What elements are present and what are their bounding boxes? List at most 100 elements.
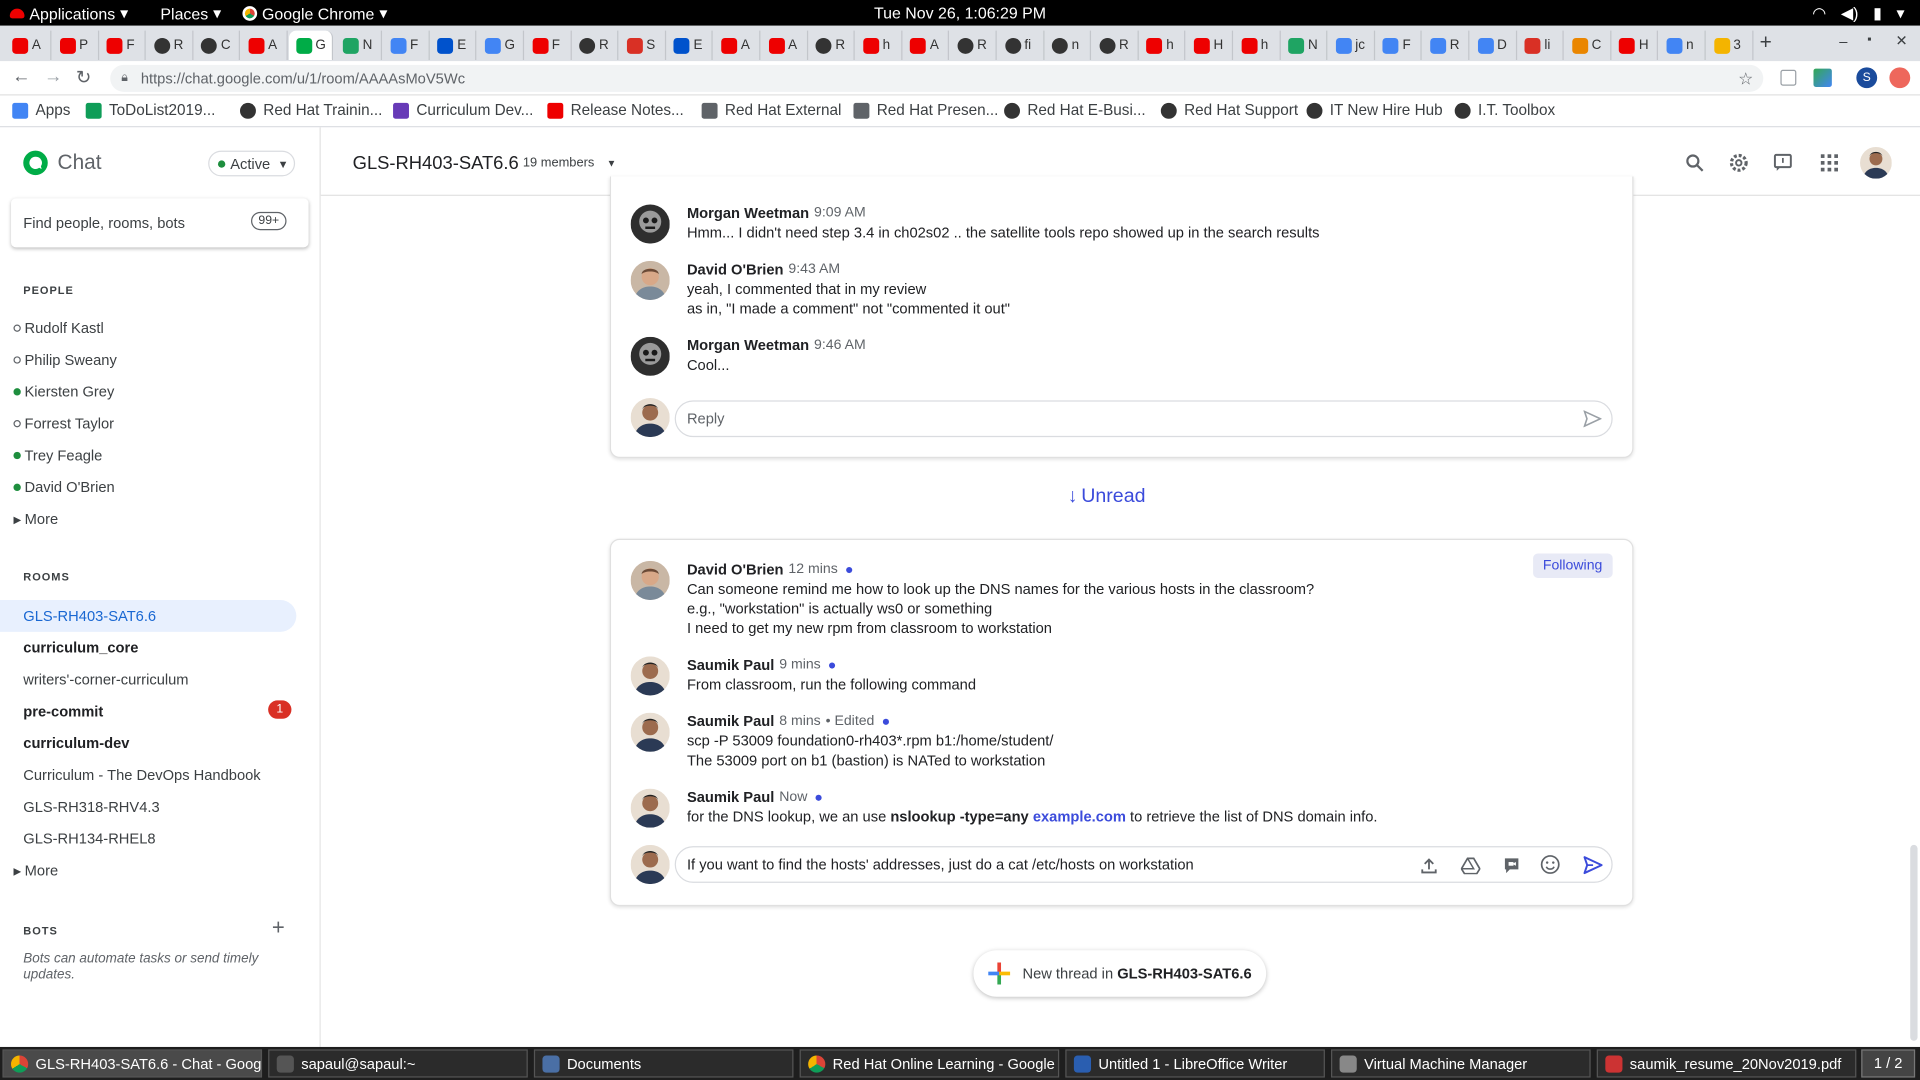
browser-tab[interactable]: C bbox=[1565, 30, 1612, 61]
room-item[interactable]: Curriculum - The DevOps Handbook bbox=[23, 767, 260, 784]
feedback-icon[interactable] bbox=[1773, 153, 1793, 173]
browser-tab[interactable]: jc bbox=[1328, 30, 1375, 61]
update-icon[interactable] bbox=[1889, 67, 1911, 89]
back-icon[interactable]: ← bbox=[12, 66, 30, 87]
browser-tab[interactable]: h bbox=[1139, 30, 1186, 61]
browser-tab[interactable]: F bbox=[525, 30, 572, 61]
minimize-button[interactable]: – bbox=[1839, 33, 1847, 50]
browser-tab[interactable]: H bbox=[1187, 30, 1234, 61]
person-item[interactable]: Philip Sweany bbox=[13, 351, 117, 369]
send-icon[interactable] bbox=[1583, 410, 1602, 428]
browser-tab[interactable]: A bbox=[241, 30, 288, 61]
room-item[interactable]: GLS-RH403-SAT6.6 bbox=[23, 607, 156, 624]
browser-tab[interactable]: R bbox=[1092, 30, 1139, 61]
search-icon[interactable] bbox=[1685, 153, 1705, 173]
taskbar-window[interactable]: Virtual Machine Manager bbox=[1331, 1049, 1591, 1078]
room-item[interactable]: GLS-RH134-RHEL8 bbox=[23, 830, 155, 847]
extension-icon[interactable] bbox=[1780, 69, 1797, 86]
browser-tab[interactable]: R bbox=[808, 30, 855, 61]
browser-tab[interactable]: h bbox=[1234, 30, 1281, 61]
taskbar-window[interactable]: saumik_resume_20Nov2019.pdf bbox=[1596, 1049, 1857, 1078]
browser-tab[interactable]: D bbox=[1470, 30, 1517, 61]
author-name[interactable]: Saumik Paul bbox=[687, 713, 774, 730]
author-name[interactable]: David O'Brien bbox=[687, 261, 784, 278]
browser-tab[interactable]: A bbox=[5, 30, 52, 61]
account-avatar[interactable] bbox=[1860, 146, 1892, 179]
apps-grid-icon[interactable] bbox=[1820, 153, 1840, 173]
url-field[interactable]: 🔒︎ https://chat.google.com/u/1/room/AAAA… bbox=[110, 64, 1764, 92]
browser-tab[interactable]: R bbox=[572, 30, 619, 61]
bookmark-item[interactable]: Apps bbox=[12, 102, 70, 119]
taskbar-window[interactable]: Documents bbox=[533, 1049, 794, 1078]
star-icon[interactable]: ☆ bbox=[1738, 65, 1753, 92]
new-thread-button[interactable]: New thread in GLS-RH403-SAT6.6 bbox=[973, 950, 1267, 997]
person-item[interactable]: Forrest Taylor bbox=[13, 415, 114, 432]
close-tab-icon[interactable]: ✕ bbox=[332, 39, 333, 52]
person-item[interactable]: Trey Feagle bbox=[13, 447, 102, 464]
room-item[interactable]: pre-commit 1 bbox=[23, 700, 292, 720]
browser-tab[interactable]: A bbox=[903, 30, 950, 61]
browser-tab[interactable]: F bbox=[383, 30, 430, 61]
upload-icon[interactable] bbox=[1420, 857, 1437, 874]
bookmark-item[interactable]: Red Hat Support bbox=[1160, 102, 1298, 119]
browser-tab[interactable]: A bbox=[714, 30, 761, 61]
browser-tab[interactable]: h bbox=[856, 30, 903, 61]
browser-tab[interactable]: N bbox=[1281, 30, 1328, 61]
browser-tab[interactable]: E bbox=[667, 30, 714, 61]
browser-tab[interactable]: R bbox=[147, 30, 194, 61]
taskbar-window[interactable]: Untitled 1 - LibreOffice Writer bbox=[1065, 1049, 1325, 1078]
browser-tab[interactable]: N bbox=[336, 30, 383, 61]
search-input[interactable]: Find people, rooms, bots 99+ bbox=[11, 198, 309, 247]
taskbar-window[interactable]: Red Hat Online Learning - Google ... bbox=[799, 1049, 1060, 1078]
browser-tab[interactable]: G bbox=[478, 30, 525, 61]
message-link[interactable]: example.com bbox=[1033, 808, 1126, 825]
scrollbar[interactable] bbox=[1910, 844, 1918, 1041]
bookmark-item[interactable]: Curriculum Dev... bbox=[393, 102, 533, 119]
workspace-switcher[interactable]: 1 / 2 bbox=[1861, 1049, 1916, 1078]
people-more-button[interactable]: ▶ More bbox=[13, 511, 58, 528]
bookmark-item[interactable]: Release Notes... bbox=[547, 102, 684, 119]
compose-input[interactable]: If you want to find the hosts' addresses… bbox=[674, 846, 1613, 883]
bookmark-item[interactable]: I.T. Toolbox bbox=[1454, 102, 1555, 119]
author-name[interactable]: Saumik Paul bbox=[687, 789, 774, 806]
forward-icon[interactable]: → bbox=[44, 66, 62, 87]
browser-tab[interactable]: n bbox=[1045, 30, 1092, 61]
maximize-button[interactable]: ▪ bbox=[1867, 33, 1871, 46]
browser-tab[interactable]: fi bbox=[997, 30, 1045, 61]
gear-icon[interactable] bbox=[1728, 152, 1750, 174]
browser-tab[interactable]: R bbox=[1423, 30, 1470, 61]
person-item[interactable]: David O'Brien bbox=[13, 479, 115, 496]
system-tray[interactable]: ◠ ◀) ▮ ▾ bbox=[1812, 4, 1904, 24]
reply-input[interactable]: Reply bbox=[674, 400, 1613, 438]
meet-video-icon[interactable] bbox=[1502, 856, 1520, 874]
chat-logo[interactable]: Chat bbox=[22, 149, 102, 176]
taskbar-window[interactable]: GLS-RH403-SAT6.6 - Chat - Goog... bbox=[2, 1049, 263, 1078]
browser-tab[interactable]: n bbox=[1659, 30, 1706, 61]
unread-marker[interactable]: ↓ Unread bbox=[1068, 486, 1146, 508]
profile-avatar[interactable]: S bbox=[1856, 67, 1878, 89]
author-name[interactable]: Saumik Paul bbox=[687, 656, 774, 673]
browser-tab[interactable]: 3 bbox=[1706, 30, 1753, 61]
browser-tab[interactable]: F bbox=[1376, 30, 1423, 61]
rooms-more-button[interactable]: ▶ More bbox=[13, 862, 58, 879]
room-item[interactable]: curriculum-dev bbox=[23, 735, 129, 752]
author-name[interactable]: Morgan Weetman bbox=[687, 337, 809, 354]
browser-tab[interactable]: S bbox=[619, 30, 666, 61]
drive-icon[interactable] bbox=[1460, 857, 1481, 875]
browser-tab[interactable]: A bbox=[761, 30, 808, 61]
send-icon[interactable] bbox=[1583, 856, 1603, 875]
close-window-button[interactable]: ✕ bbox=[1896, 32, 1908, 49]
browser-tab[interactable]: G✕ bbox=[288, 30, 333, 61]
browser-tab[interactable]: C bbox=[194, 30, 241, 61]
browser-tab[interactable]: P bbox=[52, 30, 99, 61]
browser-tab[interactable]: H bbox=[1612, 30, 1659, 61]
person-item[interactable]: Kiersten Grey bbox=[13, 383, 114, 400]
browser-tab[interactable]: E bbox=[430, 30, 477, 61]
clock[interactable]: Tue Nov 26, 1:06:29 PM bbox=[0, 4, 1920, 22]
add-bot-button[interactable]: + bbox=[272, 915, 285, 941]
bookmark-item[interactable]: IT New Hire Hub bbox=[1306, 102, 1443, 119]
room-item[interactable]: curriculum_core bbox=[23, 639, 138, 656]
author-name[interactable]: David O'Brien bbox=[687, 561, 784, 578]
bookmark-item[interactable]: Red Hat Presen... bbox=[853, 102, 998, 119]
room-item[interactable]: writers'-corner-curriculum bbox=[23, 671, 188, 688]
